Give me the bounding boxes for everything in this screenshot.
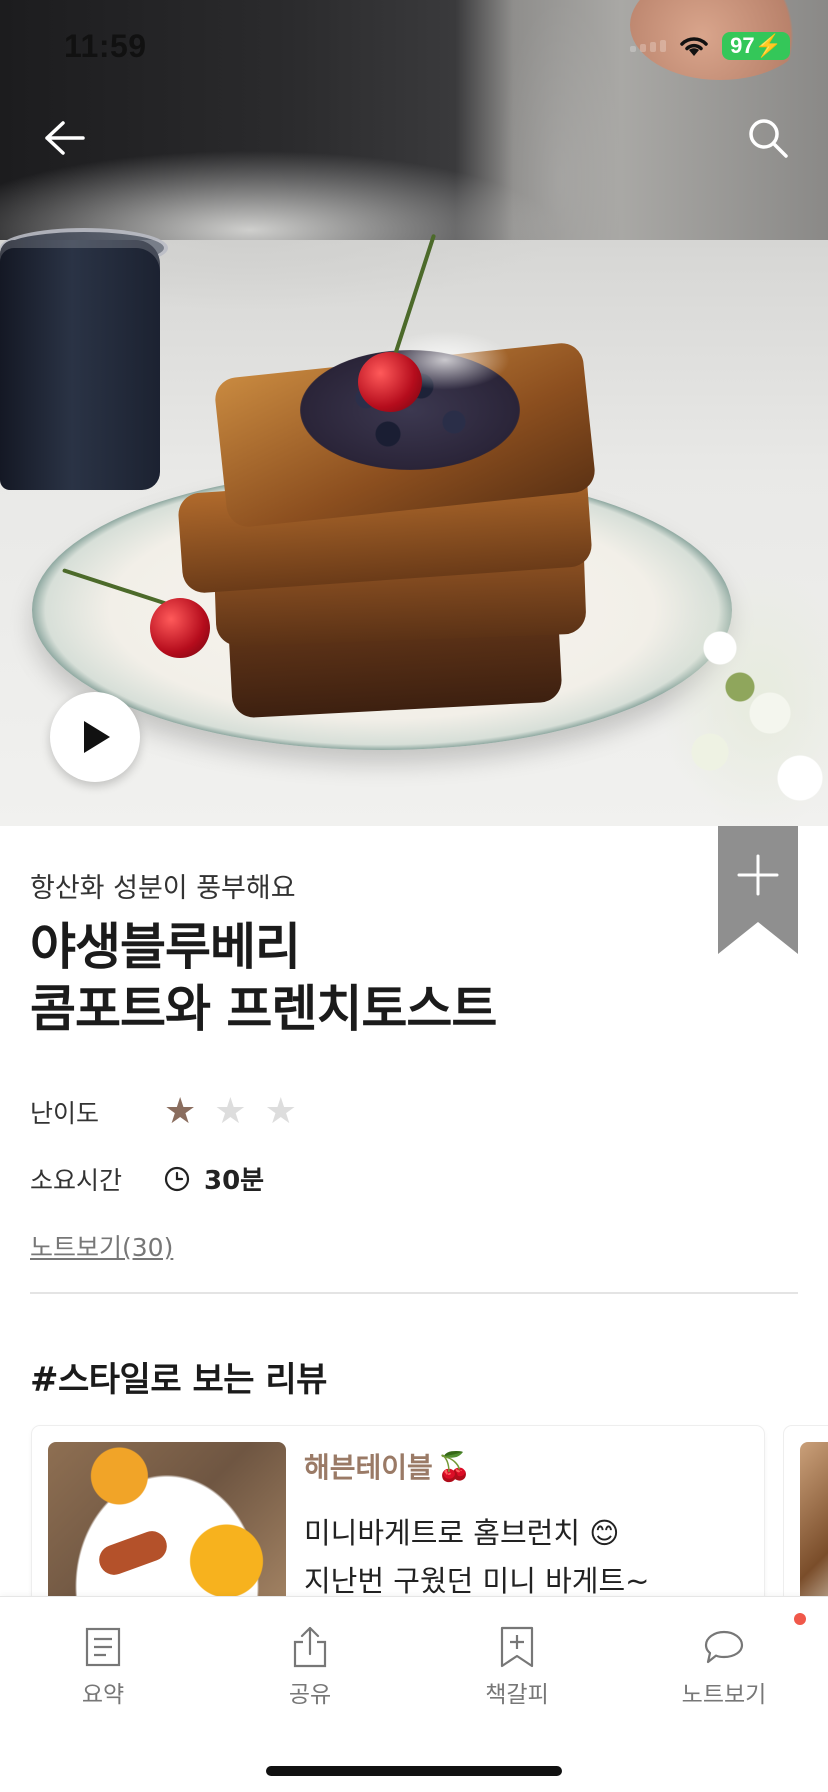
star-icon: ★ [214,1091,247,1132]
review-thumbnail [800,1442,828,1606]
difficulty-row: 난이도 ★ ★ ★ [30,1094,297,1130]
chat-bubble-icon [702,1613,806,1669]
time-label: 소요시간 [30,1165,123,1195]
notification-dot [794,1613,806,1625]
bookmark-plus-icon [718,826,798,954]
recipe-subtitle: 항산화 성분이 풍부해요 [30,873,296,904]
battery-indicator: 97⚡ [722,32,790,60]
time-value: 30분 [164,1160,264,1197]
bookmark-add-icon [495,1625,539,1669]
divider [30,1292,798,1294]
notes-link[interactable]: 노트보기(30) [30,1228,173,1264]
signal-icon [630,40,667,52]
status-time: 11:59 [64,28,147,64]
review-author: 해븐테이블 🍒 [304,1449,472,1485]
difficulty-label: 난이도 [30,1099,100,1128]
back-button[interactable] [28,102,100,174]
recipe-title-line2: 콤포트와 프렌치토스트 [30,980,497,1038]
cherry-emoji: 🍒 [436,1449,472,1483]
time-row: 소요시간 30분 [30,1160,264,1197]
search-icon [749,119,788,158]
play-icon [84,721,110,753]
tab-notes[interactable]: 노트보기 [654,1613,806,1709]
recipe-title-line1: 야생블루베리 [30,918,301,976]
search-button[interactable] [732,102,804,174]
bottom-tab-bar: 요약 공유 책갈피 노트보기 [0,1596,828,1792]
star-icon: ★ [264,1091,297,1132]
review-thumbnail [48,1442,286,1606]
review-text-line2: 지난번 구웠던 미니 바게트~ [304,1564,650,1598]
share-icon [288,1625,332,1669]
star-icon: ★ [164,1091,197,1132]
tab-share[interactable]: 공유 [240,1625,380,1709]
review-card[interactable]: 해븐테이블 🍒 미니바게트로 홈브런치 😊 지난번 구웠던 미니 바게트~ [32,1426,764,1606]
status-icons: 97⚡ [630,32,790,60]
arrow-left-icon [45,121,85,155]
home-indicator [266,1766,562,1776]
review-text-line1: 미니바게트로 홈브런치 😊 [304,1516,620,1550]
add-bookmark-ribbon[interactable] [718,826,798,954]
document-icon [81,1625,125,1669]
wifi-icon [680,37,708,56]
clock-icon [164,1166,190,1191]
reviews-section-title: #스타일로 보는 리뷰 [30,1360,327,1400]
recipe-title: 야생블루베리 콤포트와 프렌치토스트 [30,916,497,1040]
tab-bookmark[interactable]: 책갈피 [447,1625,587,1709]
difficulty-stars: ★ ★ ★ [164,1094,297,1130]
review-card-next[interactable] [784,1426,828,1606]
play-video-button[interactable] [50,692,140,782]
tab-summary[interactable]: 요약 [33,1625,173,1709]
